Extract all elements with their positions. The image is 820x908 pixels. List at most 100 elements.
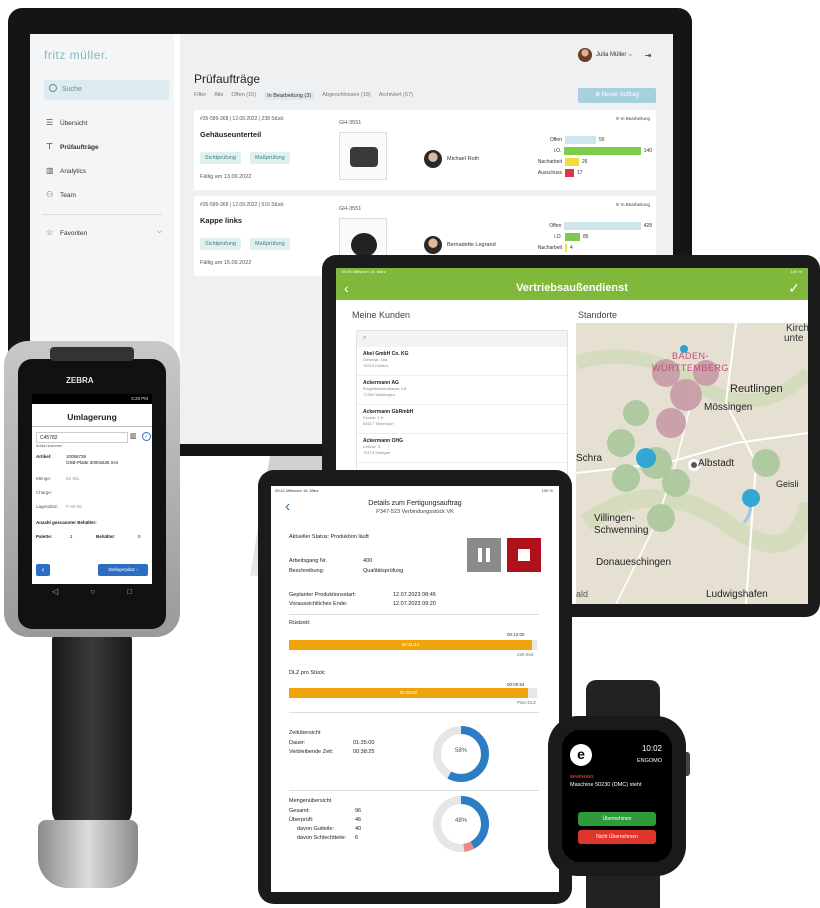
locations-heading: Standorte bbox=[578, 310, 618, 320]
new-order-button[interactable]: ⊕ Neuer Auftrag bbox=[578, 88, 656, 103]
filter-tab-active[interactable]: In Bearbeitung (3) bbox=[264, 92, 315, 100]
map-label: Schra bbox=[576, 453, 603, 464]
brand-logo: ZEBRA bbox=[66, 376, 94, 385]
sidebar-item-uebersicht[interactable]: ☰ Übersicht bbox=[46, 118, 87, 127]
sidebar-item-analytics[interactable]: ▥ Analytics bbox=[46, 166, 86, 175]
planned-start-label: Geplanter Produktionsstart: bbox=[289, 592, 356, 598]
dlz-label: DLZ pro Stück: bbox=[289, 670, 326, 676]
gut-value: 40 bbox=[355, 826, 362, 832]
decline-button[interactable]: Nicht Übernehmen bbox=[578, 830, 656, 844]
tag-chip: Maßprüfung bbox=[250, 152, 290, 164]
bar-value: 4 bbox=[570, 244, 573, 251]
filter-tab[interactable]: Offen (15) bbox=[231, 92, 256, 100]
logout-icon[interactable]: ⇥ bbox=[645, 51, 652, 60]
order-card[interactable]: #35-589-368 | 12.09.2022 | 238 Stück Geh… bbox=[194, 110, 656, 190]
scan-input[interactable]: C45782 bbox=[36, 432, 128, 443]
count-heading: Anzahl gescannter Behälter: bbox=[36, 520, 97, 525]
order-meta: #35-589-368 | 12.09.2022 | 238 Stück bbox=[200, 116, 284, 122]
sidebar-item-label: Übersicht bbox=[60, 120, 88, 127]
customer-search-field[interactable]: ⌕ bbox=[357, 331, 567, 347]
status-time: 09:41 Mittwoch 16. März bbox=[275, 488, 319, 493]
list-item[interactable]: Ackermann OHG Leitzstr. 3 70173 Stuttgart bbox=[357, 434, 567, 463]
progress-bar-row: Nacharbeit 26 bbox=[534, 156, 652, 167]
progress-bars: Offen 428 i.O. 85 Nacharbeit 4 bbox=[534, 220, 652, 253]
gut-label: davon Gutteile: bbox=[297, 826, 334, 832]
target-button-label: Ziellagerplatz bbox=[108, 567, 135, 572]
warning-message: Maschine 50230 (DMC) steht bbox=[570, 782, 642, 788]
due-date: Fällig am 13.09.2022 bbox=[200, 174, 252, 180]
behaelter-label: Behälter: bbox=[96, 534, 116, 539]
article-description: OSB-Platte 2000x535 mm bbox=[66, 460, 119, 465]
list-item[interactable]: Ackermann AG Bürgelsteinerstrasse 4-8 7133… bbox=[357, 376, 567, 405]
bar-fill bbox=[564, 221, 641, 230]
customer-city: 70173 Stuttgart bbox=[363, 450, 391, 455]
bar-fill bbox=[565, 232, 580, 241]
status-time: 5:28 PM bbox=[131, 396, 148, 401]
bar-fill bbox=[564, 146, 641, 155]
recents-icon[interactable]: □ bbox=[127, 587, 132, 601]
sidebar-item-favoriten[interactable]: ☆ Favoriten ⌵ bbox=[46, 228, 162, 237]
assignee: Michael Roth bbox=[424, 150, 479, 168]
bar-label: Offen bbox=[549, 222, 562, 229]
progress-bar-row: Ausschuss 17 bbox=[534, 167, 652, 178]
article-label: Artikel: bbox=[36, 454, 52, 459]
part-image bbox=[339, 132, 387, 180]
page-title: Details zum Fertigungsauftrag bbox=[368, 500, 462, 507]
qty-heading: Mengenübersicht bbox=[289, 798, 332, 804]
sidebar-item-pruefauftraege[interactable]: ⊤ Prüfaufträge bbox=[46, 142, 99, 151]
search-icon bbox=[49, 84, 57, 92]
progress-bar-row: Offen 55 bbox=[534, 134, 652, 145]
progress-bar-row: Offen 428 bbox=[534, 220, 652, 231]
expected-end-value: 12.07.2023 09:20 bbox=[393, 601, 436, 607]
progress-bars: Offen 55 i.O. 140 Nacharbeit 26 Ausschuss 17 bbox=[534, 134, 652, 178]
filter-tab[interactable]: Alle bbox=[214, 92, 223, 100]
back-icon[interactable]: ◁ bbox=[52, 587, 58, 601]
locations-map[interactable]: Kirch unte BADEN- WÜRTTEMBERG Reutlingen… bbox=[576, 323, 808, 604]
customers-heading: Meine Kunden bbox=[352, 310, 411, 320]
search-icon: ⌕ bbox=[363, 335, 367, 341]
checkmark-icon[interactable]: ✓ bbox=[788, 276, 800, 300]
desc-label: Beschreibung: bbox=[289, 568, 325, 574]
list-item[interactable]: Ackermann GbRmbH Poststr. 1 b 83317 Teisen… bbox=[357, 405, 567, 434]
customer-city: 83317 Teisendorf bbox=[363, 421, 394, 426]
pause-icon bbox=[478, 548, 482, 562]
order-meta: #35-589-368 | 12.09.2022 | 516 Stück bbox=[200, 202, 284, 208]
status-text: In Bearbeitung bbox=[620, 202, 650, 207]
planned-start-value: 12.07.2023 08:45 bbox=[393, 592, 436, 598]
sidebar-item-team[interactable]: ⚇ Team bbox=[46, 190, 76, 199]
due-date: Fällig am 15.09.2022 bbox=[200, 260, 252, 266]
map-label: Reutlingen bbox=[730, 383, 783, 395]
page-title: Prüfaufträge bbox=[194, 72, 261, 86]
user-menu[interactable]: Julia Müller ⌵ ⇥ bbox=[578, 48, 651, 62]
pause-icon-bar bbox=[486, 548, 490, 562]
assignee-name: Bernadette Legrand bbox=[447, 242, 496, 248]
search-field[interactable]: Suche bbox=[44, 80, 169, 100]
production-app-screen: 09:41 Mittwoch 16. März 100 % ‹ Details … bbox=[271, 486, 559, 892]
barcode-icon[interactable]: ▥ bbox=[130, 432, 137, 440]
accept-button[interactable]: Übernehmen bbox=[578, 812, 656, 826]
filter-tab[interactable]: Abgeschlossen (18) bbox=[322, 92, 371, 100]
list-item[interactable]: Abel GmbH Co. KG Dieselstr. 18a 76210 Kelt… bbox=[357, 347, 567, 376]
scanner-app-screen: Umlagerung C45782 ▥ ✓ Artikel scannen Ar… bbox=[32, 404, 152, 584]
tag-chip: Sichtprüfung bbox=[200, 152, 241, 164]
customer-city: 76210 Keltern bbox=[363, 363, 388, 368]
tablet-portrait: 09:41 Mittwoch 16. März 100 % ‹ Details … bbox=[258, 470, 572, 904]
target-location-button[interactable]: Ziellagerplatz › bbox=[98, 564, 148, 576]
back-chevron-icon[interactable]: ‹ bbox=[344, 276, 349, 300]
stop-button[interactable] bbox=[507, 538, 541, 572]
lager-label: Lagerplatz: bbox=[36, 504, 59, 509]
bar-value: 17 bbox=[577, 169, 583, 176]
current-status: Aktueller Status: Produktion läuft bbox=[289, 534, 369, 540]
title-divider bbox=[32, 426, 152, 427]
analytics-icon: ▥ bbox=[46, 166, 54, 175]
pause-button[interactable] bbox=[467, 538, 501, 572]
home-icon[interactable]: ○ bbox=[90, 587, 95, 601]
back-button[interactable]: ‹ bbox=[36, 564, 50, 576]
behaelter-value: 0 bbox=[138, 534, 141, 539]
filter-tab[interactable]: Archiviert (67) bbox=[379, 92, 413, 100]
map-label: Geisli bbox=[776, 479, 799, 489]
star-icon: ☆ bbox=[46, 228, 54, 237]
map-label: unte bbox=[784, 333, 804, 344]
gesamt-value: 96 bbox=[355, 808, 362, 814]
watch-band bbox=[586, 872, 660, 908]
